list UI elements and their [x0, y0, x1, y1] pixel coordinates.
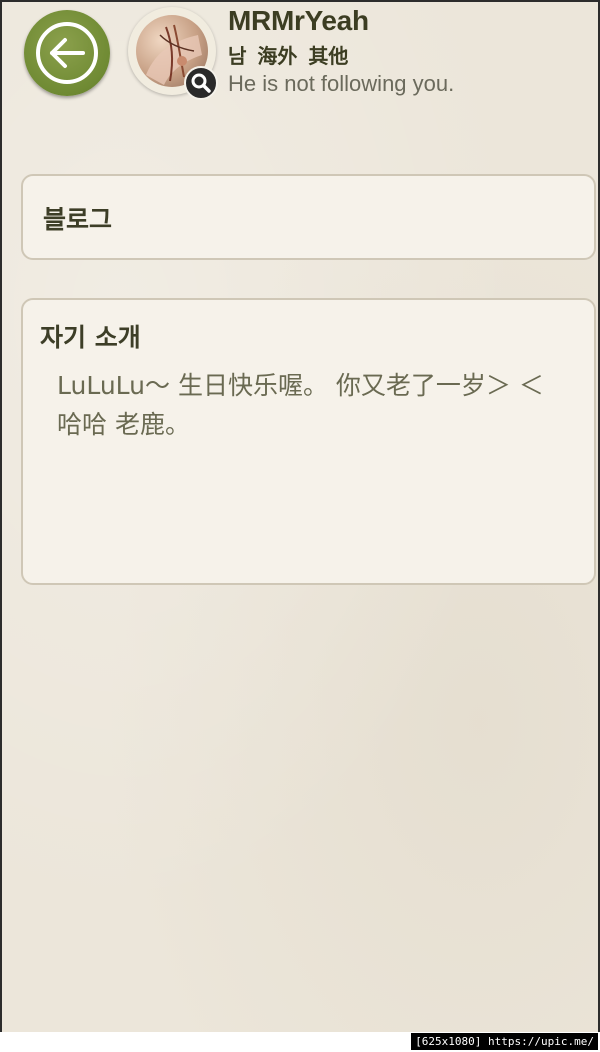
intro-card: 자기 소개 LuLuLu〜 生日快乐喔。 你又老了一岁＞ ＜ 哈哈 老鹿。: [21, 298, 596, 585]
intro-text: LuLuLu〜 生日快乐喔。 你又老了一岁＞ ＜ 哈哈 老鹿。: [57, 371, 544, 439]
magnifier-icon: [191, 73, 211, 93]
blog-card[interactable]: 블로그: [21, 174, 596, 260]
profile-screen: MRMrYeah 남 海外 其他 He is not following you…: [0, 0, 600, 1032]
avatar-zoom-button[interactable]: [184, 66, 218, 100]
follow-status: He is not following you.: [228, 71, 455, 96]
arrow-left-icon: [36, 22, 98, 84]
blog-title: 블로그: [43, 205, 113, 234]
watermark: [625x1080] https://upic.me/: [411, 1033, 598, 1050]
user-meta: 남 海外 其他: [228, 44, 349, 68]
intro-title: 자기 소개: [40, 323, 141, 352]
username: MRMrYeah: [228, 5, 369, 36]
back-button[interactable]: [24, 10, 110, 96]
